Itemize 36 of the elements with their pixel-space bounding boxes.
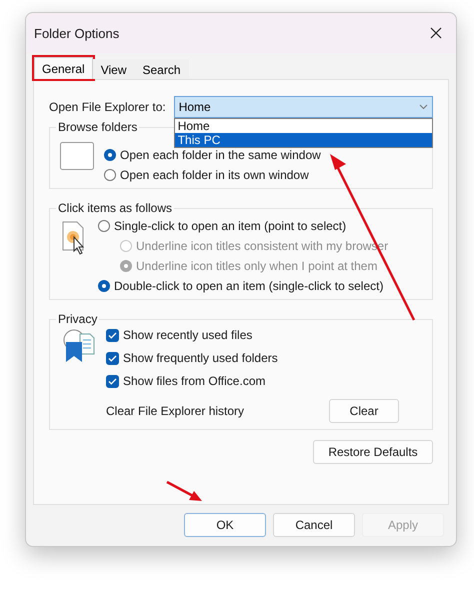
check-icon: [108, 332, 117, 338]
checkbox-option[interactable]: Show frequently used folders: [106, 351, 399, 365]
files-icon: [62, 328, 96, 364]
radio-option[interactable]: Single-click to open an item (point to select): [98, 219, 388, 233]
check-icon: [108, 378, 117, 384]
checkbox-option[interactable]: Show recently used files: [106, 328, 399, 342]
radio-option[interactable]: Open each folder in its own window: [104, 168, 321, 182]
chevron-icon: [419, 104, 428, 110]
restore-defaults-button[interactable]: Restore Defaults: [313, 440, 433, 464]
checkbox[interactable]: [106, 374, 119, 388]
group-title: Click items as follows: [57, 201, 174, 215]
radio-button[interactable]: [104, 149, 116, 161]
group-title: Browse folders: [57, 120, 138, 134]
check-icon: [108, 354, 117, 362]
dropdown-option[interactable]: This PC: [174, 133, 432, 147]
close-button[interactable]: [428, 25, 444, 41]
arrow: [165, 480, 205, 504]
dropdown[interactable]: Home: [174, 96, 433, 118]
tab[interactable]: General: [34, 57, 93, 79]
radio-button[interactable]: [104, 169, 116, 181]
group-title: Privacy: [57, 312, 98, 326]
radio-button[interactable]: [98, 280, 110, 292]
window-title: Folder Options: [34, 26, 120, 40]
dialog-button[interactable]: Cancel: [273, 513, 355, 537]
checkbox[interactable]: [106, 328, 119, 342]
checkbox[interactable]: [106, 352, 119, 364]
radio-option[interactable]: Open each folder in the same window: [104, 148, 321, 162]
dialog-button[interactable]: OK: [184, 513, 266, 537]
clear-button[interactable]: Clear: [329, 399, 399, 423]
radio-option[interactable]: Double-click to open an item (single-click to select): [98, 279, 388, 293]
radio-button[interactable]: [98, 220, 110, 232]
clear-history-label: Clear File Explorer history: [106, 404, 244, 418]
window-icon: [60, 142, 94, 170]
field-label: Open File Explorer to:: [49, 100, 166, 114]
close-icon: [430, 27, 442, 39]
checkbox-option[interactable]: Show files from Office.com: [106, 374, 399, 388]
